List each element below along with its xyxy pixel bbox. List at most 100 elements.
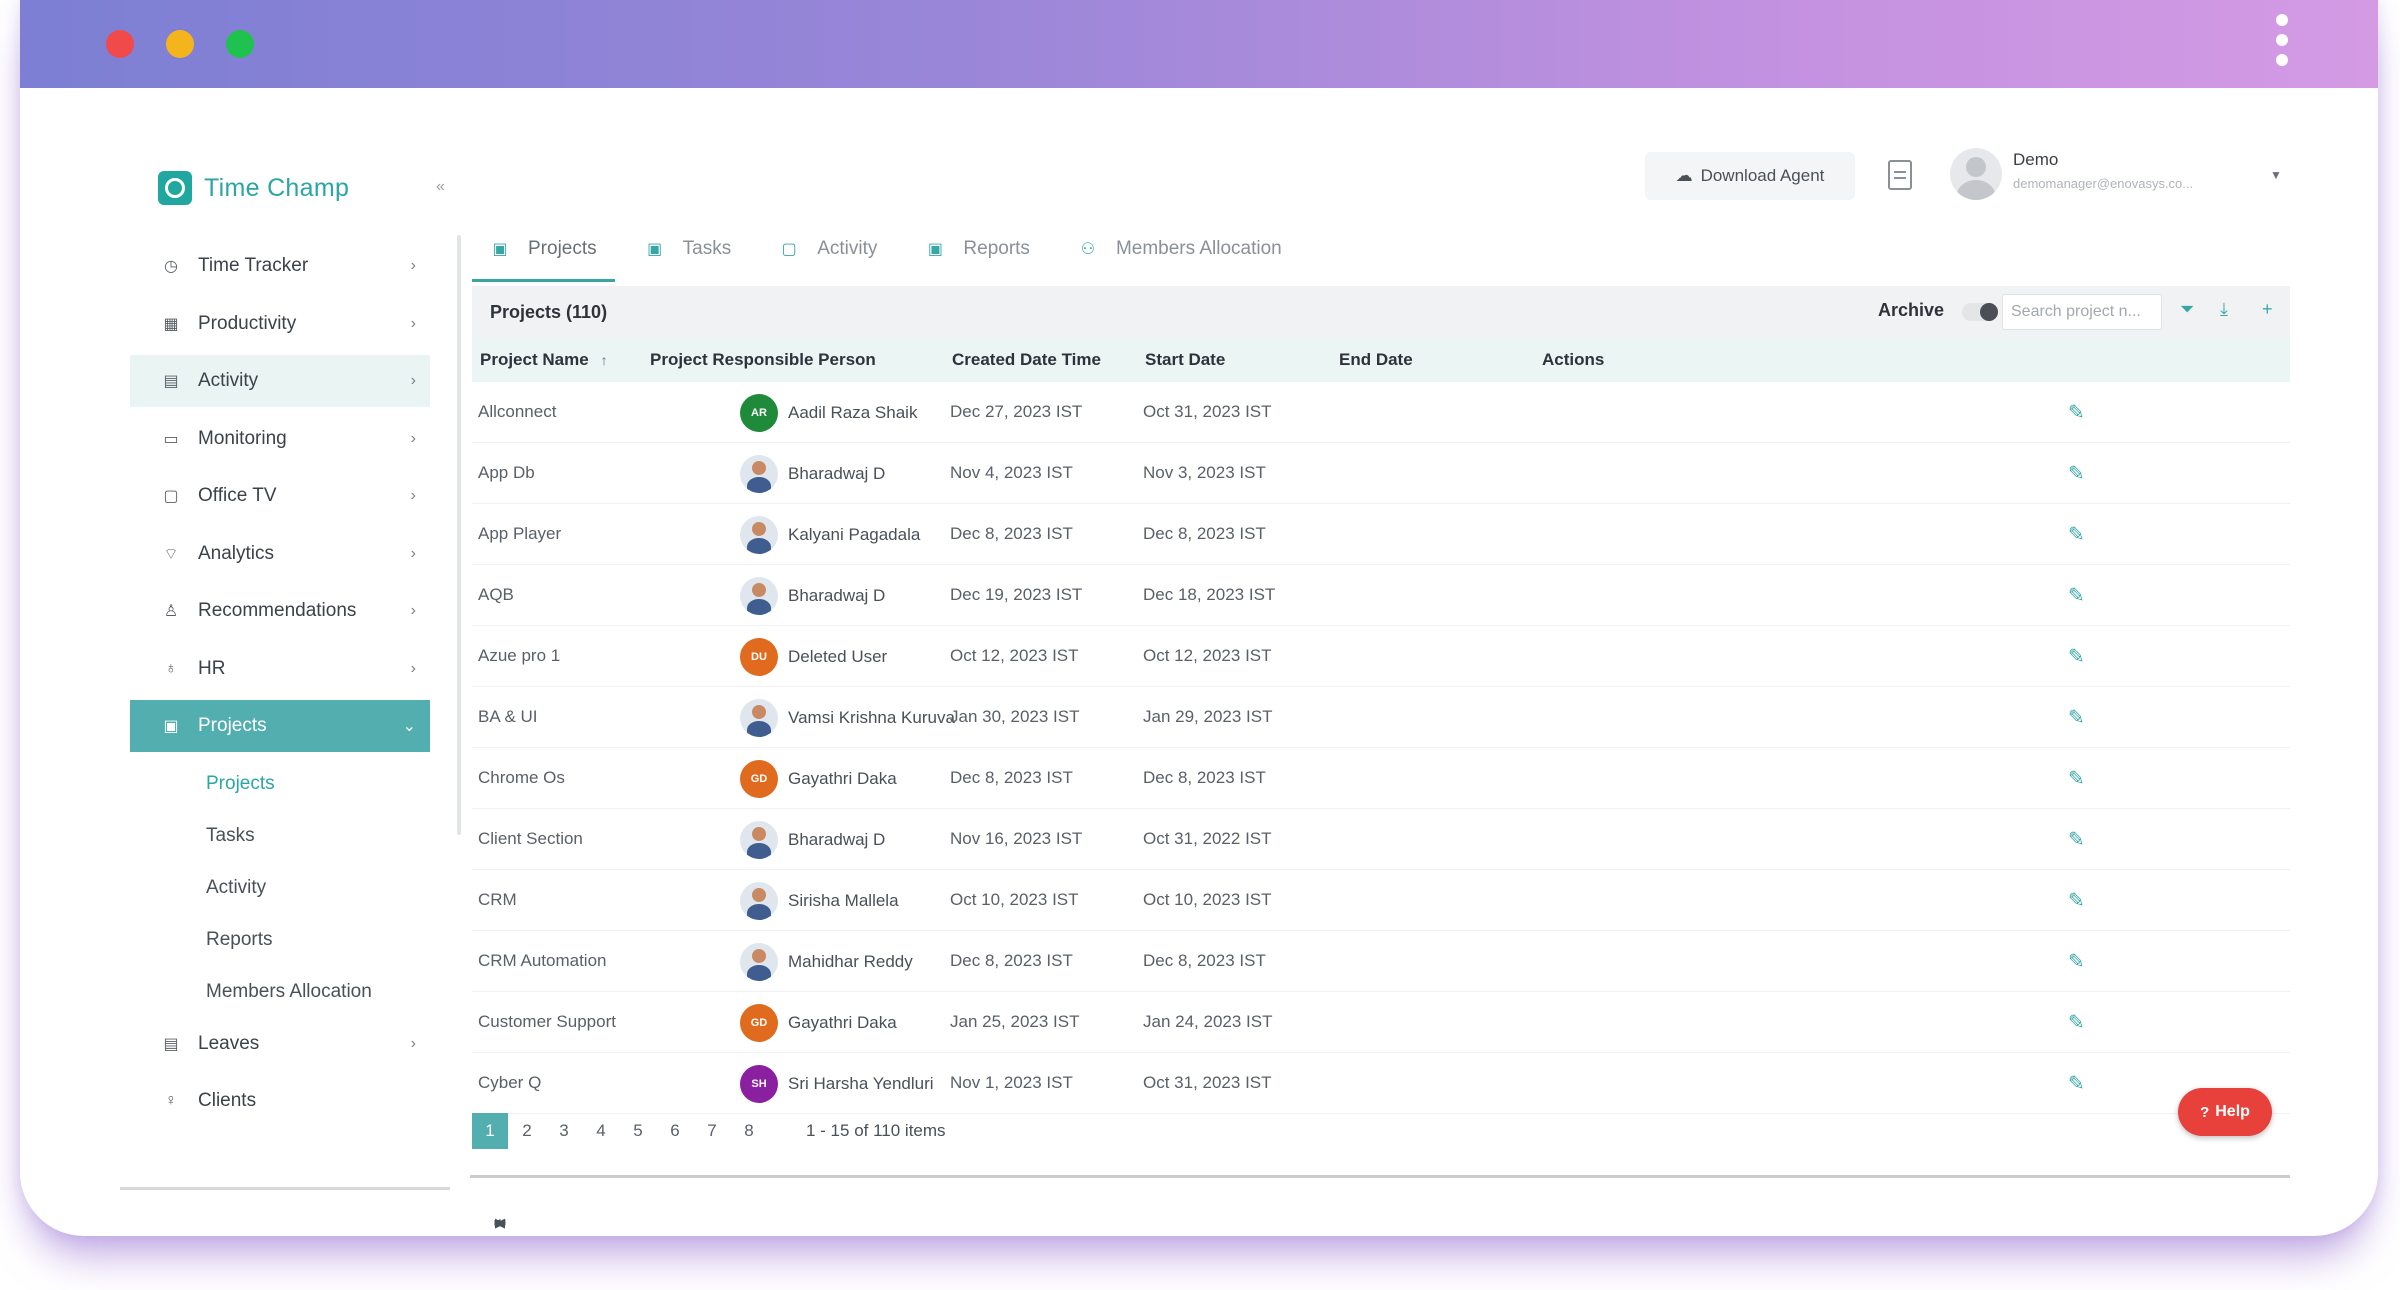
- projects-submenu: Projects Tasks Activity Reports Members Allo…: [130, 758, 430, 1018]
- sidebar-item-analytics[interactable]: ⌔ Analytics ›: [130, 528, 430, 580]
- user-name[interactable]: Demo: [2013, 150, 2058, 170]
- tab-label: Activity: [817, 238, 878, 259]
- project-name-cell[interactable]: CRM: [478, 890, 517, 910]
- help-button[interactable]: ? Help: [2178, 1088, 2272, 1136]
- project-name-cell[interactable]: App Player: [478, 524, 561, 544]
- responsible-person-cell: Bharadwaj D: [740, 455, 885, 493]
- project-name-cell[interactable]: BA & UI: [478, 707, 538, 727]
- sort-ascending-icon[interactable]: ↑: [601, 352, 608, 368]
- kebab-menu-icon[interactable]: [2276, 14, 2288, 74]
- download-icon[interactable]: ⤓: [2220, 299, 2228, 320]
- help-label: Help: [2215, 1103, 2250, 1120]
- edit-icon[interactable]: ✎: [2068, 1010, 2085, 1035]
- created-date-cell: Jan 30, 2023 IST: [950, 707, 1080, 726]
- page-8-button[interactable]: 8: [731, 1113, 767, 1149]
- responsible-person-cell: SH Sri Harsha Yendluri: [740, 1065, 934, 1103]
- edit-icon[interactable]: ✎: [2068, 400, 2085, 425]
- page-5-button[interactable]: 5: [620, 1113, 656, 1149]
- page-7-button[interactable]: 7: [694, 1113, 730, 1149]
- project-name-cell[interactable]: AQB: [478, 585, 514, 605]
- edit-icon[interactable]: ✎: [2068, 949, 2085, 974]
- window-title-bar: [20, 0, 2378, 88]
- clients-icon: ♀: [165, 1092, 177, 1109]
- sidebar-item-office-tv[interactable]: ▢ Office TV ›: [130, 470, 430, 522]
- edit-icon[interactable]: ✎: [2068, 522, 2085, 547]
- edit-icon[interactable]: ✎: [2068, 827, 2085, 852]
- created-date-cell: Nov 16, 2023 IST: [950, 829, 1083, 848]
- sidebar-item-monitoring[interactable]: ▭ Monitoring ›: [130, 413, 430, 465]
- edit-icon[interactable]: ✎: [2068, 1071, 2085, 1096]
- submenu-item-projects[interactable]: Projects: [206, 758, 430, 810]
- column-header-project-responsible-person[interactable]: Project Responsible Person: [650, 350, 876, 370]
- projects-icon: ▣: [163, 718, 179, 735]
- sidebar-item-hr[interactable]: ♁ HR ›: [130, 643, 430, 695]
- download-agent-button[interactable]: ☁ Download Agent: [1645, 152, 1855, 200]
- submenu-item-reports[interactable]: Reports: [206, 914, 430, 966]
- sidebar-item-recommendations[interactable]: ♙ Recommendations ›: [130, 585, 430, 637]
- add-icon[interactable]: +: [2262, 299, 2273, 320]
- edit-icon[interactable]: ✎: [2068, 888, 2085, 913]
- tab-members-allocation[interactable]: ⚇ Members Allocation: [1060, 220, 1300, 278]
- close-window-button[interactable]: [106, 30, 134, 58]
- sidebar-item-activity[interactable]: ▤ Activity ›: [130, 355, 430, 407]
- project-name-cell[interactable]: Chrome Os: [478, 768, 565, 788]
- maximize-window-button[interactable]: [226, 30, 254, 58]
- filter-icon[interactable]: ⏷: [2180, 299, 2194, 320]
- page-6-button[interactable]: 6: [657, 1113, 693, 1149]
- brand[interactable]: Time Champ: [158, 168, 349, 208]
- column-header-end-date[interactable]: End Date: [1339, 350, 1413, 370]
- edit-icon[interactable]: ✎: [2068, 766, 2085, 791]
- project-name-cell[interactable]: CRM Automation: [478, 951, 607, 971]
- project-name-cell[interactable]: Azue pro 1: [478, 646, 560, 666]
- edit-icon[interactable]: ✎: [2068, 461, 2085, 486]
- sidebar-item-productivity[interactable]: ▦ Productivity ›: [130, 298, 430, 350]
- tab-tasks[interactable]: ▣ Tasks: [627, 220, 750, 278]
- edit-icon[interactable]: ✎: [2068, 644, 2085, 669]
- projects-grid: Projects (110) Archive ⏷ ⤓ + Project Nam…: [470, 286, 2290, 1230]
- sidebar-item-clients[interactable]: ♀ Clients: [130, 1075, 430, 1127]
- responsible-person-cell: Kalyani Pagadala: [740, 516, 920, 554]
- collapse-sidebar-icon[interactable]: «: [436, 178, 445, 196]
- column-header-created-date-time[interactable]: Created Date Time: [952, 350, 1101, 370]
- person-avatar: [740, 699, 778, 737]
- page-4-button[interactable]: 4: [583, 1113, 619, 1149]
- start-date-cell: Jan 24, 2023 IST: [1143, 1012, 1273, 1031]
- start-date-cell: Oct 10, 2023 IST: [1143, 890, 1272, 909]
- user-avatar[interactable]: [1950, 148, 2002, 200]
- sidebar-item-leaves[interactable]: ▤ Leaves ›: [130, 1018, 430, 1070]
- start-date-cell: Oct 12, 2023 IST: [1143, 646, 1272, 665]
- page-3-button[interactable]: 3: [546, 1113, 582, 1149]
- project-name-cell[interactable]: Client Section: [478, 829, 583, 849]
- person-avatar: [740, 882, 778, 920]
- submenu-item-members-allocation[interactable]: Members Allocation: [206, 966, 430, 1018]
- sidebar-item-projects[interactable]: ▣ Projects ⌄: [130, 700, 430, 752]
- tab-reports[interactable]: ▣ Reports: [907, 220, 1048, 278]
- last-page-icon[interactable]: ⏭: [482, 1205, 518, 1236]
- tab-label: Projects: [528, 238, 597, 259]
- page-2-button[interactable]: 2: [509, 1113, 545, 1149]
- chevron-down-icon[interactable]: ▼: [2270, 168, 2282, 182]
- tab-projects[interactable]: ▣ Projects: [472, 220, 615, 282]
- sidebar-item-time-tracker[interactable]: ◷ Time Tracker ›: [130, 240, 430, 292]
- responsible-person-cell: Sirisha Mallela: [740, 882, 899, 920]
- project-name-cell[interactable]: Allconnect: [478, 402, 556, 422]
- sidebar-item-label: Office TV: [198, 485, 277, 506]
- submenu-item-activity[interactable]: Activity: [206, 862, 430, 914]
- project-name-cell[interactable]: App Db: [478, 463, 535, 483]
- column-header-project-name[interactable]: Project Name ↑: [480, 350, 608, 370]
- column-header-actions[interactable]: Actions: [1542, 350, 1604, 370]
- search-input[interactable]: [2002, 294, 2162, 330]
- column-header-start-date[interactable]: Start Date: [1145, 350, 1225, 370]
- sidebar-scrollbar[interactable]: [457, 235, 461, 835]
- project-name-cell[interactable]: Cyber Q: [478, 1073, 541, 1093]
- edit-icon[interactable]: ✎: [2068, 583, 2085, 608]
- created-date-cell: Nov 1, 2023 IST: [950, 1073, 1073, 1092]
- document-icon[interactable]: [1888, 160, 1912, 190]
- project-name-cell[interactable]: Customer Support: [478, 1012, 616, 1032]
- minimize-window-button[interactable]: [166, 30, 194, 58]
- archive-toggle[interactable]: [1962, 303, 1998, 321]
- tab-activity[interactable]: ▢ Activity: [761, 220, 895, 278]
- submenu-item-tasks[interactable]: Tasks: [206, 810, 430, 862]
- edit-icon[interactable]: ✎: [2068, 705, 2085, 730]
- page-1-button[interactable]: 1: [472, 1113, 508, 1149]
